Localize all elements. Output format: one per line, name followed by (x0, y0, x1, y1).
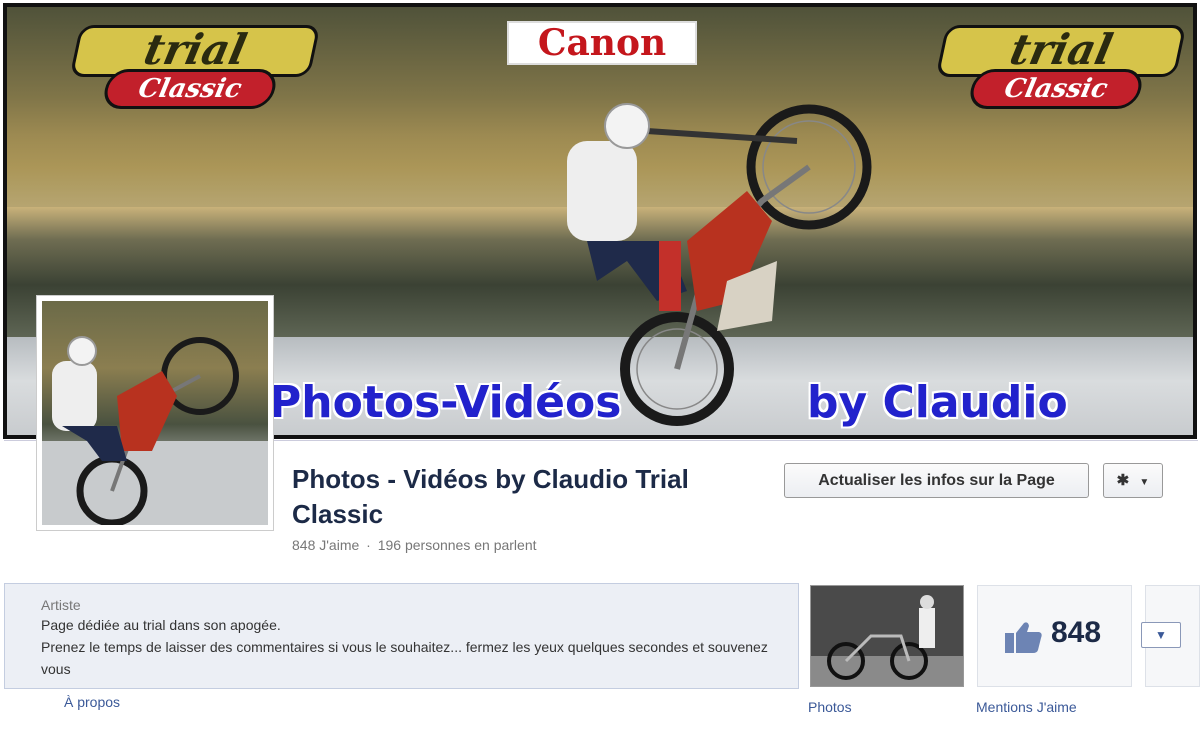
gear-icon: ✱ (1116, 472, 1130, 489)
likes-count: 848 (1051, 616, 1102, 649)
photos-thumbnail (811, 586, 963, 686)
trial-classic-logo-left: trial Classic (69, 25, 321, 115)
cover-text-right: by Claudio (807, 377, 1068, 428)
page-stats: 848 J'aime · 196 personnes en parlent (292, 537, 537, 553)
page-category: Artiste (41, 597, 81, 613)
settings-dropdown-button[interactable]: ✱ ▼ (1103, 463, 1163, 498)
about-line-1: Page dédiée au trial dans son apogée. (41, 617, 281, 633)
logo-bottom-text: Classic (100, 69, 280, 109)
page-title: Photos - Vidéos by Claudio Trial Classic (292, 464, 689, 529)
talking-about-stat[interactable]: 196 personnes en parlent (378, 537, 537, 553)
trial-classic-logo-right: trial Classic (935, 25, 1187, 115)
likes-stat[interactable]: 848 J'aime (292, 537, 359, 553)
thumbs-up-icon (1005, 622, 1042, 653)
sponsor-logo: Canon (507, 21, 697, 65)
about-line-2: Prenez le temps de laisser des commentai… (41, 639, 768, 677)
chevron-down-icon: ▼ (1139, 477, 1150, 488)
about-box[interactable]: Artiste Page dédiée au trial dans son ap… (4, 583, 799, 689)
likes-tile-label[interactable]: Mentions J'aime (976, 699, 1077, 715)
photos-tile[interactable] (810, 585, 964, 687)
about-link[interactable]: À propos (64, 694, 120, 710)
profile-motorbike-illustration (42, 336, 268, 525)
chevron-down-icon: ▼ (1155, 628, 1167, 642)
update-page-info-button[interactable]: Actualiser les infos sur la Page (784, 463, 1089, 498)
stat-separator: · (366, 537, 371, 553)
cover-text-left: Photos-Vidéos (269, 377, 622, 428)
profile-image (42, 301, 268, 525)
logo-bottom-text: Classic (966, 69, 1146, 109)
photos-tile-label[interactable]: Photos (808, 699, 852, 715)
profile-picture[interactable] (36, 295, 274, 531)
expand-tiles-button[interactable]: ▼ (1141, 622, 1181, 648)
likes-tile[interactable]: 848 (977, 585, 1132, 687)
